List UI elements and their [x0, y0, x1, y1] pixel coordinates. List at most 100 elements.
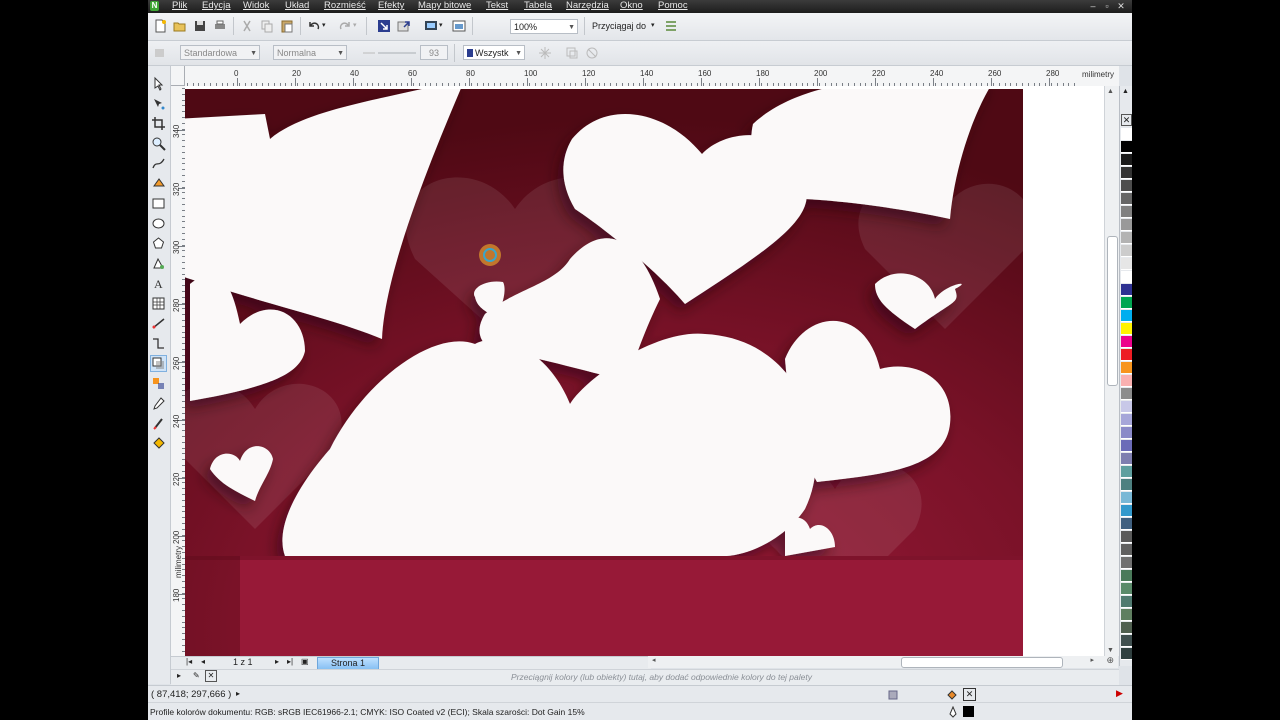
scroll-left-icon[interactable]: ◂: [652, 656, 656, 664]
no-fill-swatch-icon[interactable]: ✕: [1121, 114, 1132, 126]
color-swatch[interactable]: [1121, 466, 1132, 478]
menu-tools[interactable]: Narzędzia: [566, 0, 609, 12]
color-swatch[interactable]: [1121, 557, 1132, 569]
color-swatch[interactable]: [1121, 531, 1132, 543]
color-swatch[interactable]: [1121, 193, 1132, 205]
ruler-origin[interactable]: [171, 66, 185, 86]
palette-play-icon[interactable]: ▸: [177, 671, 181, 680]
horizontal-scroll-thumb[interactable]: [901, 657, 1063, 668]
drop-shadow-tool-icon[interactable]: [150, 355, 167, 372]
menu-layout[interactable]: Układ: [285, 0, 309, 12]
shape-tool-icon[interactable]: [151, 96, 166, 111]
redo-icon[interactable]: [338, 19, 352, 33]
vertical-ruler[interactable]: 340 320 300 280 260 240 220 200 180: [171, 86, 186, 666]
crop-tool-icon[interactable]: [151, 116, 166, 131]
eyedropper-tool-icon[interactable]: [151, 396, 166, 411]
fill-none-icon[interactable]: ✕: [963, 688, 976, 701]
shadow-preset-icon[interactable]: [153, 46, 167, 60]
color-swatch[interactable]: [1121, 167, 1132, 179]
fill-tool-icon[interactable]: [151, 436, 166, 451]
zoom-level-combo[interactable]: 100% ▼: [510, 19, 578, 34]
connector-tool-icon[interactable]: [151, 336, 166, 351]
color-swatch[interactable]: [1121, 492, 1132, 504]
palette-no-color-icon[interactable]: ✕: [205, 670, 217, 682]
smart-fill-tool-icon[interactable]: [151, 176, 166, 191]
color-swatch[interactable]: [1121, 479, 1132, 491]
color-swatch[interactable]: [1121, 284, 1132, 296]
status-arrow-icon[interactable]: ▸: [236, 689, 240, 698]
color-swatch[interactable]: [1121, 648, 1132, 660]
import-icon[interactable]: [377, 19, 391, 33]
zoom-navigator-icon[interactable]: ⊕: [1106, 655, 1114, 666]
color-swatch[interactable]: [1121, 583, 1132, 595]
rectangle-tool-icon[interactable]: [151, 196, 166, 211]
snap-to-dropdown[interactable]: Przyciągaj do: [592, 19, 646, 33]
horizontal-ruler[interactable]: 0 20 40 60 80 100 120 140 160 180 200 220 240 260 280: [171, 66, 1119, 87]
print-icon[interactable]: [213, 19, 227, 33]
color-swatch[interactable]: [1121, 245, 1132, 257]
undo-dropdown-icon[interactable]: ▾: [322, 19, 326, 33]
color-swatch[interactable]: [1121, 362, 1132, 374]
freeze-icon[interactable]: [538, 46, 552, 60]
save-icon[interactable]: [193, 19, 207, 33]
palette-up-icon[interactable]: ▲: [1122, 88, 1129, 95]
undo-icon[interactable]: [307, 19, 321, 33]
color-swatch[interactable]: [1121, 427, 1132, 439]
color-swatch[interactable]: [1121, 440, 1132, 452]
copy-properties-icon[interactable]: [565, 46, 579, 60]
color-proof-icon[interactable]: ▶: [1116, 688, 1123, 699]
dimension-tool-icon[interactable]: [151, 316, 166, 331]
menu-text[interactable]: Tekst: [486, 0, 508, 12]
color-swatch[interactable]: [1121, 232, 1132, 244]
blend-mode-combo[interactable]: Normalna ▼: [273, 45, 347, 60]
menu-arrange[interactable]: Rozmieść: [324, 0, 366, 12]
outline-tool-icon[interactable]: [151, 416, 166, 431]
prev-page-icon[interactable]: ◂: [201, 656, 205, 668]
color-swatch[interactable]: [1121, 596, 1132, 608]
color-swatch[interactable]: [1121, 401, 1132, 413]
cut-icon[interactable]: [240, 19, 254, 33]
color-swatch[interactable]: [1121, 128, 1132, 140]
color-swatch[interactable]: [1121, 349, 1132, 361]
color-swatch[interactable]: [1121, 258, 1132, 270]
color-swatch[interactable]: [1121, 141, 1132, 153]
basic-shapes-tool-icon[interactable]: [151, 256, 166, 271]
color-swatch[interactable]: [1121, 622, 1132, 634]
restore-icon[interactable]: ▫: [1100, 0, 1114, 12]
vertical-scrollbar[interactable]: ▲ ▼: [1104, 86, 1119, 656]
color-swatch[interactable]: [1121, 518, 1132, 530]
apply-to-combo[interactable]: Wszystk ▼: [463, 45, 525, 60]
color-swatch[interactable]: [1121, 219, 1132, 231]
color-swatch[interactable]: [1121, 180, 1132, 192]
color-swatch[interactable]: [1121, 323, 1132, 335]
close-icon[interactable]: ✕: [1114, 0, 1128, 12]
color-swatch[interactable]: [1121, 336, 1132, 348]
preset-combo[interactable]: Standardowa ▼: [180, 45, 260, 60]
opacity-slider[interactable]: [378, 52, 416, 54]
color-swatch[interactable]: [1121, 414, 1132, 426]
color-swatch[interactable]: [1121, 375, 1132, 387]
menu-file[interactable]: Plik: [172, 0, 187, 12]
color-swatch[interactable]: [1121, 154, 1132, 166]
pick-tool-icon[interactable]: [151, 76, 166, 91]
last-page-icon[interactable]: ▸|: [287, 656, 293, 668]
ellipse-tool-icon[interactable]: [151, 216, 166, 231]
color-swatch[interactable]: [1121, 297, 1132, 309]
copy-icon[interactable]: [260, 19, 274, 33]
color-swatch[interactable]: [1121, 609, 1132, 621]
clear-transparency-icon[interactable]: [585, 46, 599, 60]
options-icon[interactable]: [664, 19, 678, 33]
paste-icon[interactable]: [280, 19, 294, 33]
menu-table[interactable]: Tabela: [524, 0, 552, 12]
transparency-tool-icon[interactable]: [151, 376, 166, 391]
zoom-tool-icon[interactable]: [151, 136, 166, 151]
menu-effects[interactable]: Efekty: [378, 0, 404, 12]
launcher-dropdown-icon[interactable]: ▾: [439, 19, 443, 33]
snap-dropdown-icon[interactable]: ▾: [651, 19, 655, 33]
menu-help[interactable]: Pomoc: [658, 0, 688, 12]
color-swatch[interactable]: [1121, 310, 1132, 322]
redo-dropdown-icon[interactable]: ▾: [353, 19, 357, 33]
drawing-canvas[interactable]: [185, 86, 1119, 656]
color-swatch[interactable]: [1121, 206, 1132, 218]
vertical-scroll-thumb[interactable]: [1107, 236, 1118, 386]
